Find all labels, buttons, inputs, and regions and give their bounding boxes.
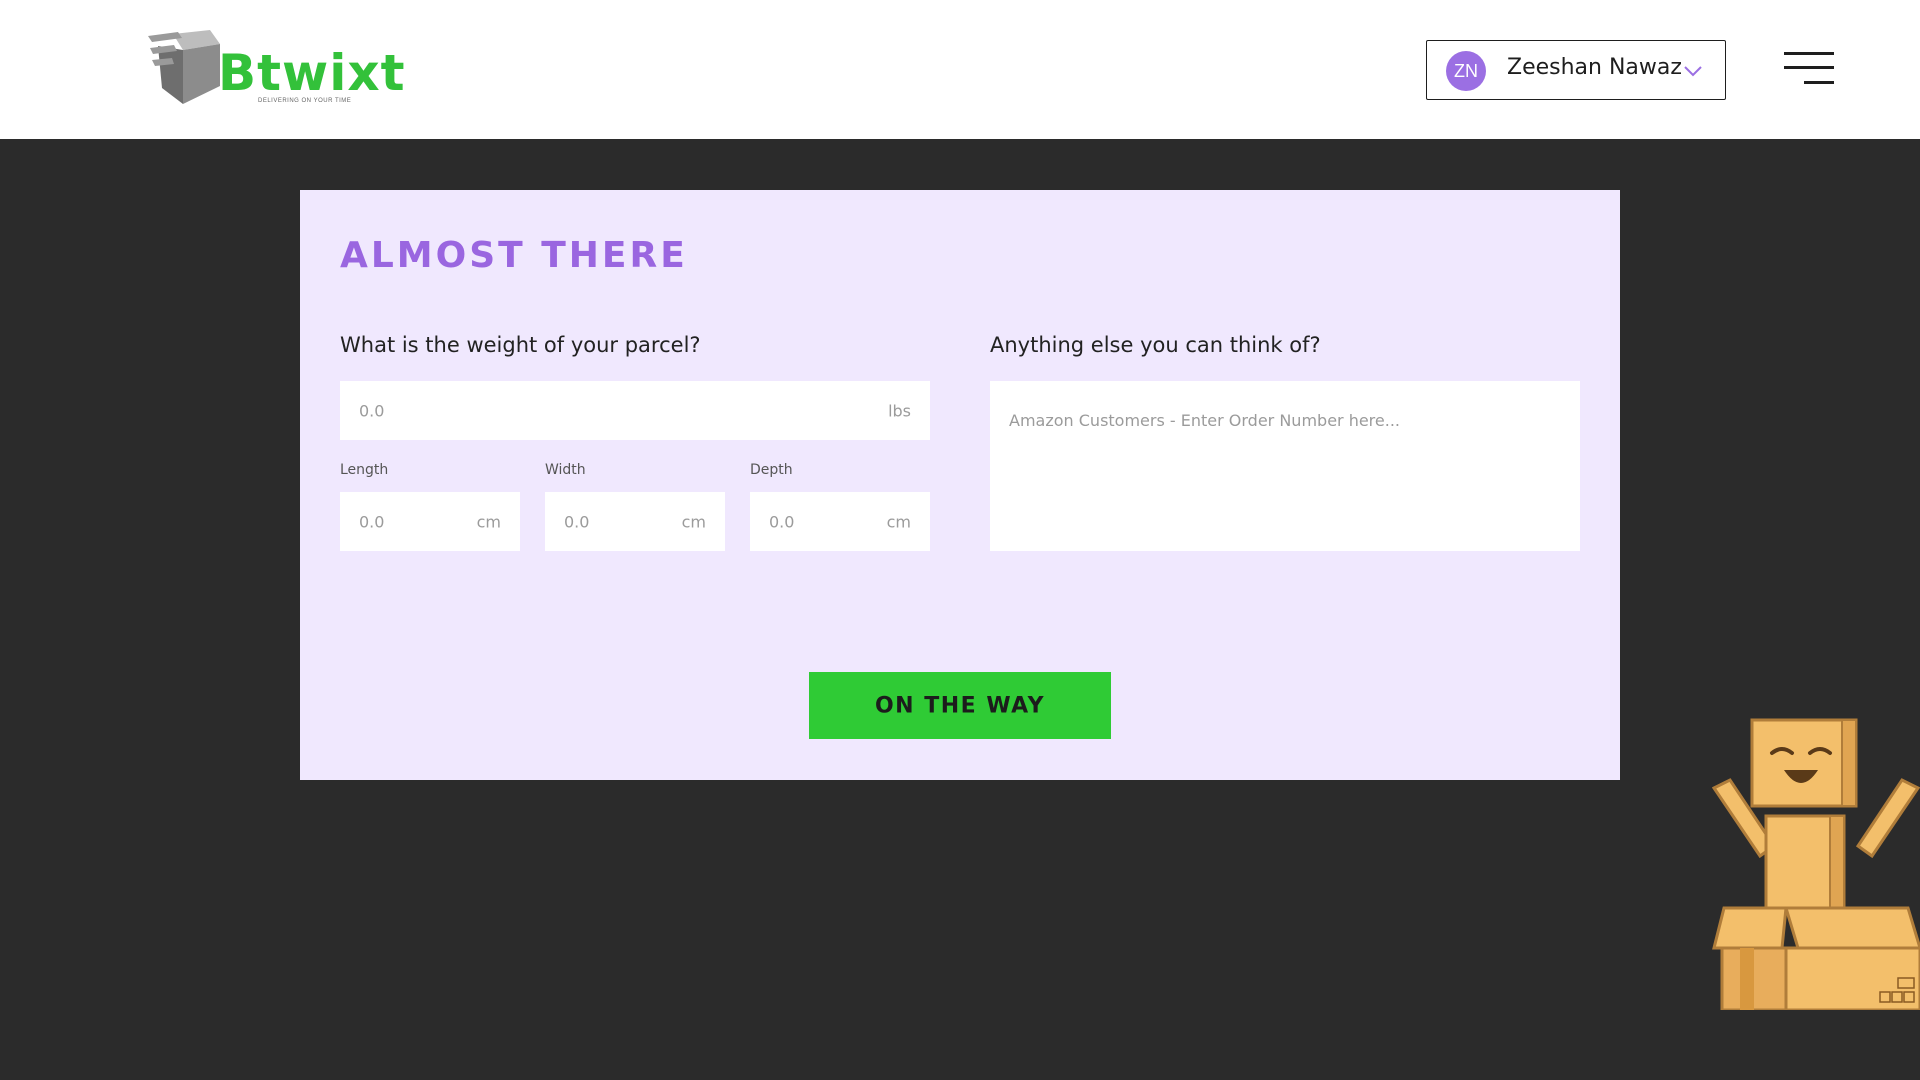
user-name: Zeeshan Nawaz — [1507, 55, 1682, 80]
site-header: Btwixt DELIVERING ON YOUR TIME ZN Zeesha… — [0, 0, 1920, 139]
btwixt-logo[interactable]: Btwixt DELIVERING ON YOUR TIME — [148, 26, 405, 116]
submit-button-label: On the way — [874, 693, 1045, 718]
width-label: Width — [545, 462, 586, 478]
length-unit: cm — [476, 512, 501, 531]
length-label: Length — [340, 462, 389, 478]
user-account-dropdown[interactable]: ZN Zeeshan Nawaz — [1426, 40, 1726, 100]
notes-textarea[interactable]: Amazon Customers - Enter Order Number he… — [990, 381, 1580, 551]
parcel-details-card: Almost there What is the weight of your … — [300, 190, 1620, 780]
logo-wordmark: Btwixt — [218, 44, 406, 102]
length-placeholder: 0.0 — [359, 512, 385, 531]
notes-placeholder: Amazon Customers - Enter Order Number he… — [1009, 411, 1401, 430]
menu-line-top — [1784, 52, 1834, 55]
weight-placeholder: 0.0 — [359, 401, 385, 420]
notes-label: Anything else you can think of? — [990, 333, 1321, 357]
on-the-way-button[interactable]: On the way — [809, 672, 1111, 739]
menu-line-middle — [1784, 66, 1834, 69]
chevron-down-icon — [1684, 66, 1702, 77]
weight-label: What is the weight of your parcel? — [340, 333, 701, 357]
box-robot-mascot-icon — [1712, 718, 1920, 1010]
length-input[interactable]: 0.0 cm — [340, 492, 520, 551]
width-unit: cm — [681, 512, 706, 531]
width-input[interactable]: 0.0 cm — [545, 492, 725, 551]
depth-placeholder: 0.0 — [769, 512, 795, 531]
depth-label: Depth — [750, 462, 793, 478]
logo-tagline: DELIVERING ON YOUR TIME — [258, 98, 352, 104]
page-title: Almost there — [340, 235, 688, 276]
width-placeholder: 0.0 — [564, 512, 590, 531]
weight-input[interactable]: 0.0 lbs — [340, 381, 930, 440]
depth-input[interactable]: 0.0 cm — [750, 492, 930, 551]
depth-unit: cm — [886, 512, 911, 531]
menu-line-bottom — [1804, 81, 1834, 84]
weight-unit: lbs — [888, 401, 911, 420]
avatar: ZN — [1446, 51, 1486, 91]
hamburger-menu-icon[interactable] — [1784, 52, 1834, 84]
